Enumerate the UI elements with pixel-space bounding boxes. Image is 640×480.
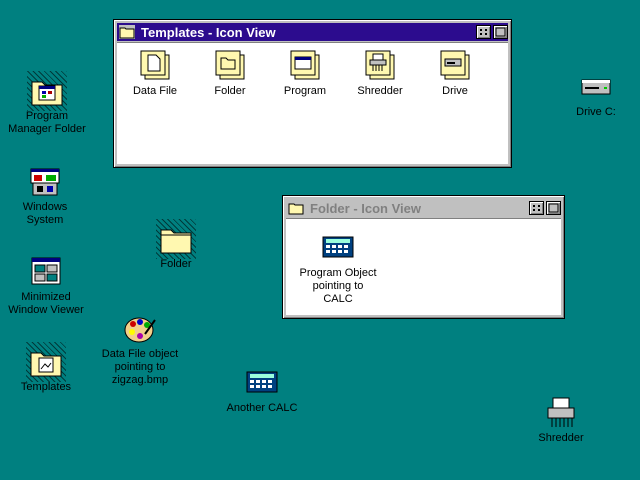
template-program[interactable]: Program: [270, 49, 340, 98]
folder-window-titlebar[interactable]: Folder - Icon View: [286, 199, 561, 217]
minimize-button[interactable]: [476, 25, 491, 39]
desktop-icon-label: Another CALC: [226, 402, 298, 414]
template-label: Program: [283, 85, 327, 97]
shredder-icon: [544, 396, 578, 430]
paint-palette-icon: [123, 312, 157, 346]
drive-icon: [579, 70, 613, 104]
template-label: Drive: [442, 85, 468, 97]
template-label: Shredder: [357, 85, 403, 97]
desktop-icon-label: Minimized Window Viewer: [8, 291, 84, 316]
template-label: Folder: [214, 85, 246, 97]
maximize-button[interactable]: [493, 25, 508, 39]
folder-icon: [156, 219, 196, 259]
desktop-icon-templates[interactable]: Templates: [10, 342, 82, 394]
desktop-icon-windows-system[interactable]: Windows System: [8, 165, 82, 227]
template-folder[interactable]: Folder: [195, 49, 265, 98]
folder-window[interactable]: Folder - Icon View Program Object pointi…: [282, 195, 565, 319]
templates-window-content: Data File Folder Program Shredder Drive: [117, 42, 508, 164]
templates-folder-icon: [26, 342, 66, 382]
folder-item-label: Program Object pointing to CALC: [299, 267, 377, 305]
desktop-icon-label: Folder: [160, 258, 192, 270]
desktop-icon-label: Shredder: [538, 432, 584, 444]
templates-window-titlebar[interactable]: Templates - Icon View: [117, 23, 508, 41]
maximize-button[interactable]: [546, 201, 561, 215]
data-file-template-icon: [139, 49, 171, 81]
template-shredder[interactable]: Shredder: [345, 49, 415, 98]
desktop-icon-label: Windows System: [22, 201, 68, 226]
template-label: Data File: [132, 85, 178, 97]
desktop-icon-label: Templates: [20, 381, 72, 393]
desktop-icon-drive-c[interactable]: Drive C:: [568, 70, 624, 119]
minimized-window-viewer-icon: [29, 255, 63, 289]
desktop-icon-minimized-window-viewer[interactable]: Minimized Window Viewer: [4, 255, 88, 317]
system-menu-icon[interactable]: [119, 25, 135, 39]
folder-window-content: Program Object pointing to CALC: [286, 218, 561, 315]
folder-item-program-object[interactable]: Program Object pointing to CALC: [296, 231, 380, 306]
template-data-file[interactable]: Data File: [120, 49, 190, 98]
desktop-icon-label: Program Manager Folder: [8, 110, 86, 135]
desktop-icon-another-calc[interactable]: Another CALC: [222, 366, 302, 415]
desktop-icon-label: Drive C:: [576, 106, 616, 118]
program-template-icon: [289, 49, 321, 81]
calculator-icon: [245, 366, 279, 400]
shredder-template-icon: [364, 49, 396, 81]
windows-system-icon: [28, 165, 62, 199]
program-manager-folder-icon: [27, 71, 67, 111]
window-title: Folder - Icon View: [310, 200, 422, 216]
desktop-icon-data-file[interactable]: Data File object pointing to zigzag.bmp: [94, 312, 186, 387]
desktop-icon-label: Data File object pointing to zigzag.bmp: [101, 348, 179, 386]
folder-template-icon: [214, 49, 246, 81]
window-title: Templates - Icon View: [141, 24, 276, 40]
system-menu-icon[interactable]: [288, 201, 304, 215]
minimize-button[interactable]: [529, 201, 544, 215]
desktop-icon-program-manager-folder[interactable]: Program Manager Folder: [5, 71, 89, 136]
templates-window[interactable]: Templates - Icon View Data File Folder P…: [113, 19, 512, 168]
desktop-icon-shredder[interactable]: Shredder: [532, 396, 590, 445]
calculator-icon: [322, 231, 354, 263]
template-drive[interactable]: Drive: [420, 49, 490, 98]
desktop-icon-folder[interactable]: Folder: [146, 219, 206, 271]
drive-template-icon: [439, 49, 471, 81]
